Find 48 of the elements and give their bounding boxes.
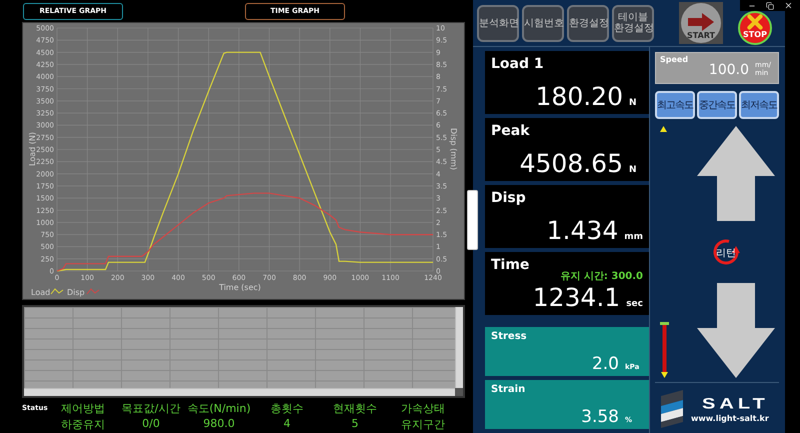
start-button[interactable]: START (679, 2, 723, 44)
readout-value: 1234.1 (532, 283, 620, 312)
status-header: 총횟수 (270, 401, 304, 416)
readout-value: 2.0 (592, 354, 619, 374)
readout-unit: mm (624, 232, 643, 242)
speed-label: Speed (660, 55, 690, 64)
stop-button[interactable]: STOP (738, 11, 772, 45)
logo-wordmark: SALT (702, 396, 769, 411)
readout-label: Peak (491, 123, 531, 139)
readout-label: Load 1 (491, 56, 545, 72)
status-value: 유지구간 (401, 417, 445, 432)
status-value: 980.0 (203, 417, 235, 430)
status-header: 목표값/시간 (122, 401, 180, 416)
readout-value: 4508.65 (520, 149, 623, 178)
legend-label: Load (31, 288, 50, 297)
speed-preset-button[interactable]: 최저속도 (739, 91, 779, 119)
legend-label: Disp (67, 288, 85, 297)
readout-value: 3.58 (581, 407, 619, 427)
readout-value: 180.20 (536, 82, 623, 111)
status-header: 속도(N/min) (187, 401, 251, 416)
axis-title: Time (sec) (219, 283, 261, 292)
hold-time-note: 유지 시간: 300.0 (560, 270, 643, 283)
toolbar-button[interactable]: 분석화면 (477, 4, 519, 42)
website-url: www.light-salt.kr (691, 414, 769, 422)
readout-label: Stress (491, 331, 528, 342)
toolbar-button[interactable]: 환경설정 (567, 4, 609, 42)
readout-unit: sec (626, 299, 643, 309)
return-button[interactable]: 리턴 (711, 237, 741, 267)
readout-label: Time (491, 257, 530, 273)
status-value: 0/0 (142, 417, 160, 430)
speed-preset-button[interactable]: 최고속도 (655, 91, 695, 119)
toolbar-button[interactable]: 시험번호 (522, 4, 564, 42)
readout-label: Disp (491, 190, 527, 206)
status-value: 5 (352, 417, 358, 430)
readout-unit: N (629, 165, 638, 175)
speed-value: 100.0 (708, 62, 749, 78)
status-header: 가속상태 (401, 401, 445, 416)
readout-label: Strain (491, 384, 526, 395)
readout-unit: N (629, 98, 638, 108)
status-header: 현재횟수 (333, 401, 377, 416)
axis-title: Disp (mm) (449, 128, 458, 170)
status-header: 제어방법 (61, 401, 105, 416)
toolbar-button[interactable]: 테이블 환경설정 (612, 4, 654, 42)
status-value: 4 (284, 417, 290, 430)
axis-title: Load (N) (28, 132, 37, 166)
speed-preset-button[interactable]: 중간속도 (697, 91, 737, 119)
status-value: 하중유지 (61, 417, 105, 432)
readout-value: 1.434 (546, 216, 618, 245)
